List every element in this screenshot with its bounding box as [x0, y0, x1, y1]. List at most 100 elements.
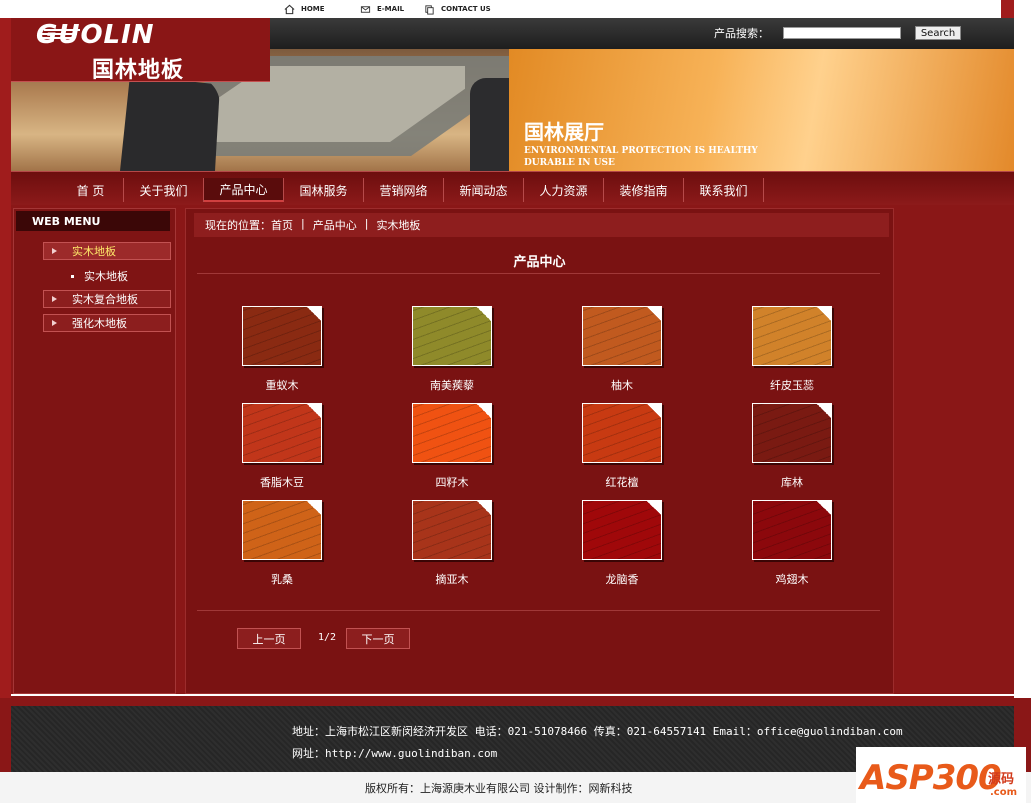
breadcrumb-prefix-label: 现在的位置： — [205, 219, 271, 232]
nav-products-label: 产品中心 — [219, 182, 268, 197]
breadcrumb-prefix: 现在的位置：首页 — [205, 217, 293, 233]
product-thumbnail[interactable] — [752, 403, 832, 463]
arrow-right-icon — [52, 296, 57, 302]
product-thumbnail[interactable] — [582, 403, 662, 463]
product-name[interactable]: 乳桑 — [221, 571, 343, 587]
sidebar-item-label: 实木复合地板 — [72, 293, 138, 306]
product-card[interactable]: 四籽木 — [391, 403, 511, 499]
next-page-button[interactable]: 下一页 — [346, 628, 410, 649]
showroom-tagline-line1: ENVIRONMENTAL PROTECTION IS HEALTHY — [524, 146, 758, 156]
email-link[interactable]: E-MAIL — [360, 2, 404, 16]
arrow-right-icon — [52, 320, 57, 326]
nav-contact-label: 联系我们 — [699, 183, 748, 198]
search-input[interactable] — [783, 27, 901, 39]
product-name[interactable]: 香脂木豆 — [221, 474, 343, 490]
showroom-tagline: ENVIRONMENTAL PROTECTION IS HEALTHY DURA… — [524, 145, 758, 169]
email-link-label: E-MAIL — [377, 5, 405, 13]
right-edge — [1014, 18, 1031, 698]
nav-products[interactable]: 产品中心 — [204, 178, 284, 202]
product-name[interactable]: 红花檀 — [561, 474, 683, 490]
breadcrumb-home[interactable]: 首页 — [271, 219, 293, 232]
product-card[interactable]: 乳桑 — [221, 500, 341, 596]
product-thumbnail[interactable] — [412, 306, 492, 366]
sidebar-subitem-label: 实木地板 — [84, 270, 128, 283]
sidebar-subitem-solid-wood[interactable]: 实木地板 — [71, 268, 128, 284]
product-card[interactable]: 鸡翅木 — [731, 500, 851, 596]
product-card[interactable]: 库林 — [731, 403, 851, 499]
sidebar-item-engineered-wood[interactable]: 实木复合地板 — [43, 290, 171, 308]
contact-link[interactable]: CONTACT US — [424, 2, 491, 16]
product-name[interactable]: 重蚁木 — [221, 377, 343, 393]
product-name[interactable]: 柚木 — [561, 377, 683, 393]
header-dark-strip — [270, 18, 1014, 49]
product-name[interactable]: 摘亚木 — [391, 571, 513, 587]
contact-icon — [425, 4, 434, 15]
home-link-label: HOME — [301, 5, 325, 13]
nav-service[interactable]: 国林服务 — [284, 178, 364, 202]
nav-hr[interactable]: 人力资源 — [524, 178, 604, 202]
sidebar-item-laminate[interactable]: 强化木地板 — [43, 314, 171, 332]
product-card[interactable]: 重蚁木 — [221, 306, 341, 402]
watermark-text-com: .com — [990, 787, 1018, 798]
footer-contact: 地址：上海市松江区新闵经济开发区 电话：021-51078466 传真：021-… — [292, 721, 903, 765]
product-name[interactable]: 纤皮玉蕊 — [731, 377, 853, 393]
breadcrumb-separator: | — [301, 217, 305, 230]
product-card[interactable]: 南美蒺藜 — [391, 306, 511, 402]
nav-about[interactable]: 关于我们 — [124, 178, 204, 202]
nav-guide[interactable]: 装修指南 — [604, 178, 684, 202]
product-thumbnail[interactable] — [242, 500, 322, 560]
sidebar-item-solid-wood[interactable]: 实木地板 — [43, 242, 171, 260]
nav-news-label: 新闻动态 — [459, 183, 508, 198]
breadcrumb-section[interactable]: 产品中心 — [313, 217, 357, 233]
product-card[interactable]: 红花檀 — [561, 403, 681, 499]
nav-news[interactable]: 新闻动态 — [444, 178, 524, 202]
product-thumbnail[interactable] — [582, 306, 662, 366]
nav-contact[interactable]: 联系我们 — [684, 178, 764, 202]
product-card[interactable]: 摘亚木 — [391, 500, 511, 596]
product-name[interactable]: 龙脑香 — [561, 571, 683, 587]
product-card[interactable]: 纤皮玉蕊 — [731, 306, 851, 402]
nav-guide-label: 装修指南 — [619, 183, 668, 198]
page-title: 产品中心 — [513, 255, 566, 270]
left-edge — [0, 18, 11, 698]
search-label: 产品搜索： — [714, 27, 769, 40]
product-thumbnail[interactable] — [242, 306, 322, 366]
nav-network[interactable]: 营销网络 — [364, 178, 444, 202]
top-bar-edge — [1001, 0, 1014, 18]
product-card[interactable]: 香脂木豆 — [221, 403, 341, 499]
product-name[interactable]: 南美蒺藜 — [391, 377, 513, 393]
watermark-text-cn: 源码 — [988, 772, 1015, 787]
product-card[interactable]: 龙脑香 — [561, 500, 681, 596]
product-name[interactable]: 库林 — [731, 474, 853, 490]
sidebar-item-label: 强化木地板 — [72, 317, 127, 330]
product-thumbnail[interactable] — [412, 500, 492, 560]
product-card[interactable]: 柚木 — [561, 306, 681, 402]
showroom-title: 国林展厅 — [524, 120, 604, 144]
bullet-icon — [71, 274, 74, 278]
divider — [197, 610, 880, 611]
product-thumbnail[interactable] — [582, 500, 662, 560]
home-link[interactable]: HOME — [284, 2, 325, 16]
prev-page-button[interactable]: 上一页 — [237, 628, 301, 649]
breadcrumb-current[interactable]: 实木地板 — [376, 217, 420, 233]
banner-chair-right — [470, 78, 514, 171]
nav-home[interactable]: 首 页 — [58, 178, 124, 202]
logo-text-en: GUOLIN — [36, 20, 155, 50]
product-thumbnail[interactable] — [412, 403, 492, 463]
banner-chair — [120, 75, 220, 171]
nav-hr-label: 人力资源 — [539, 183, 588, 198]
footer-website[interactable]: 网址：http://www.guolindiban.com — [292, 743, 903, 765]
divider — [197, 273, 880, 274]
breadcrumb-separator: | — [364, 217, 369, 230]
nav-about-label: 关于我们 — [139, 183, 188, 198]
nav-network-label: 营销网络 — [379, 183, 428, 198]
search-button[interactable]: Search — [915, 26, 961, 40]
copyright: 版权所有：上海源庚木业有限公司 设计制作：网新科技 — [365, 782, 633, 795]
product-name[interactable]: 鸡翅木 — [731, 571, 853, 587]
breadcrumb: 现在的位置：首页 | 产品中心 | 实木地板 — [205, 217, 420, 233]
product-name[interactable]: 四籽木 — [391, 474, 513, 490]
product-thumbnail[interactable] — [242, 403, 322, 463]
arrow-right-icon — [52, 248, 57, 254]
product-thumbnail[interactable] — [752, 306, 832, 366]
product-thumbnail[interactable] — [752, 500, 832, 560]
